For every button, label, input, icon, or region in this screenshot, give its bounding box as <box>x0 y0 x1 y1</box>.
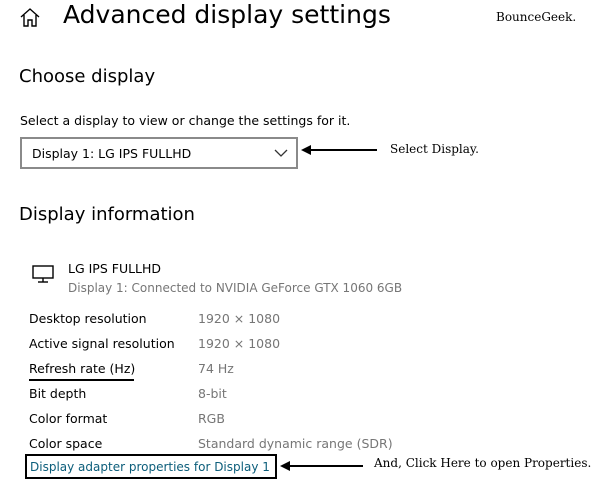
info-value: 1920 × 1080 <box>198 336 281 351</box>
monitor-icon <box>32 265 54 283</box>
display-select-dropdown[interactable]: Display 1: LG IPS FULLHD <box>20 137 298 169</box>
chevron-down-icon <box>274 149 288 157</box>
info-value: 74 Hz <box>198 361 234 376</box>
info-row-bit-depth: Bit depth 8-bit <box>0 386 600 406</box>
watermark-text: BounceGeek. <box>496 10 577 24</box>
info-value: RGB <box>198 411 225 426</box>
info-value: 1920 × 1080 <box>198 311 281 326</box>
info-label: Bit depth <box>29 386 87 401</box>
choose-display-heading: Choose display <box>19 66 156 87</box>
annotation-select-display: Select Display. <box>390 142 479 156</box>
page-title: Advanced display settings <box>63 0 391 29</box>
annotation-highlight-box: Display adapter properties for Display 1 <box>25 454 277 479</box>
info-row-color-format: Color format RGB <box>0 411 600 431</box>
info-label: Refresh rate (Hz) <box>29 361 136 376</box>
annotation-arrow-link <box>280 461 363 471</box>
display-information-heading: Display information <box>19 204 195 225</box>
monitor-connection-text: Display 1: Connected to NVIDIA GeForce G… <box>68 281 403 295</box>
info-value: Standard dynamic range (SDR) <box>198 436 393 451</box>
annotation-underline <box>29 379 134 381</box>
info-row-refresh-rate: Refresh rate (Hz) 74 Hz <box>0 361 600 381</box>
home-icon[interactable] <box>18 6 42 28</box>
annotation-arrow-select <box>301 145 377 155</box>
annotation-click-here: And, Click Here to open Properties. <box>374 456 592 470</box>
info-value: 8-bit <box>198 386 227 401</box>
info-row-desktop-resolution: Desktop resolution 1920 × 1080 <box>0 311 600 331</box>
info-label: Color format <box>29 411 108 426</box>
info-label: Color space <box>29 436 103 451</box>
monitor-name: LG IPS FULLHD <box>68 261 162 276</box>
info-row-color-space: Color space Standard dynamic range (SDR) <box>0 436 600 456</box>
display-adapter-properties-link[interactable]: Display adapter properties for Display 1 <box>30 460 270 474</box>
choose-display-prompt: Select a display to view or change the s… <box>20 113 351 128</box>
dropdown-selected-value: Display 1: LG IPS FULLHD <box>32 146 192 161</box>
info-label: Desktop resolution <box>29 311 147 326</box>
info-label: Active signal resolution <box>29 336 175 351</box>
info-row-active-signal-resolution: Active signal resolution 1920 × 1080 <box>0 336 600 356</box>
